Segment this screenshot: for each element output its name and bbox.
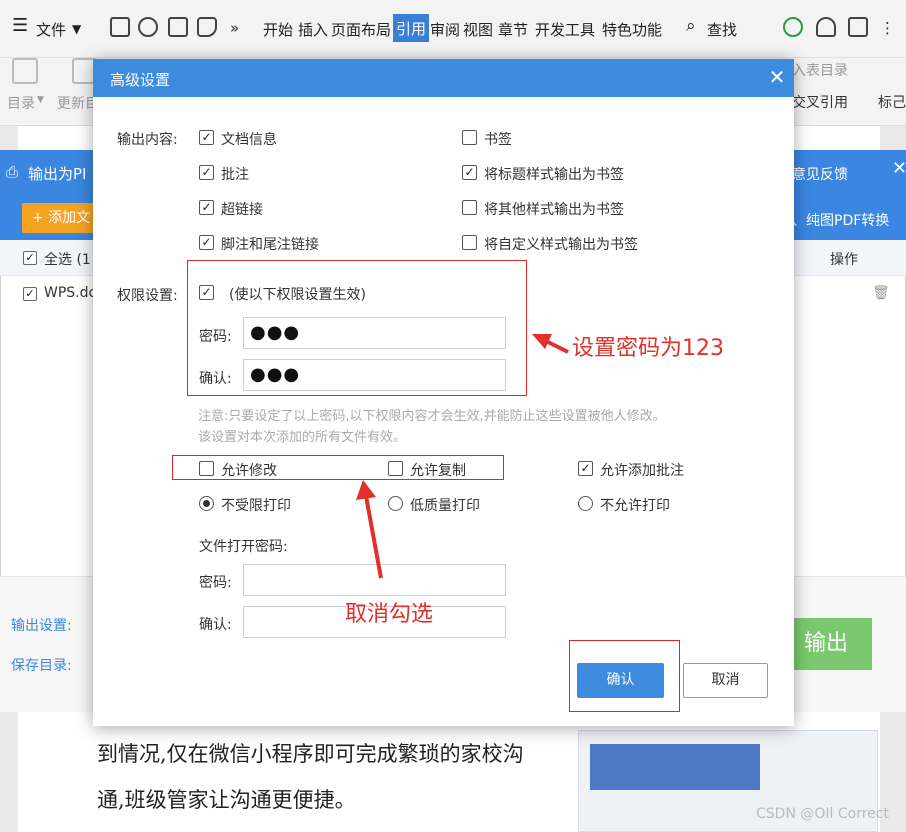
annotation-uncheck: 取消勾选 [345,602,434,627]
annotation-set-password: 设置密码为123 [572,336,724,361]
arrow-head-permissions [356,480,376,500]
arrow-to-permissions [364,495,383,579]
watermark: CSDN @OIl Correct [756,806,889,822]
annotation-arrows [356,334,569,579]
